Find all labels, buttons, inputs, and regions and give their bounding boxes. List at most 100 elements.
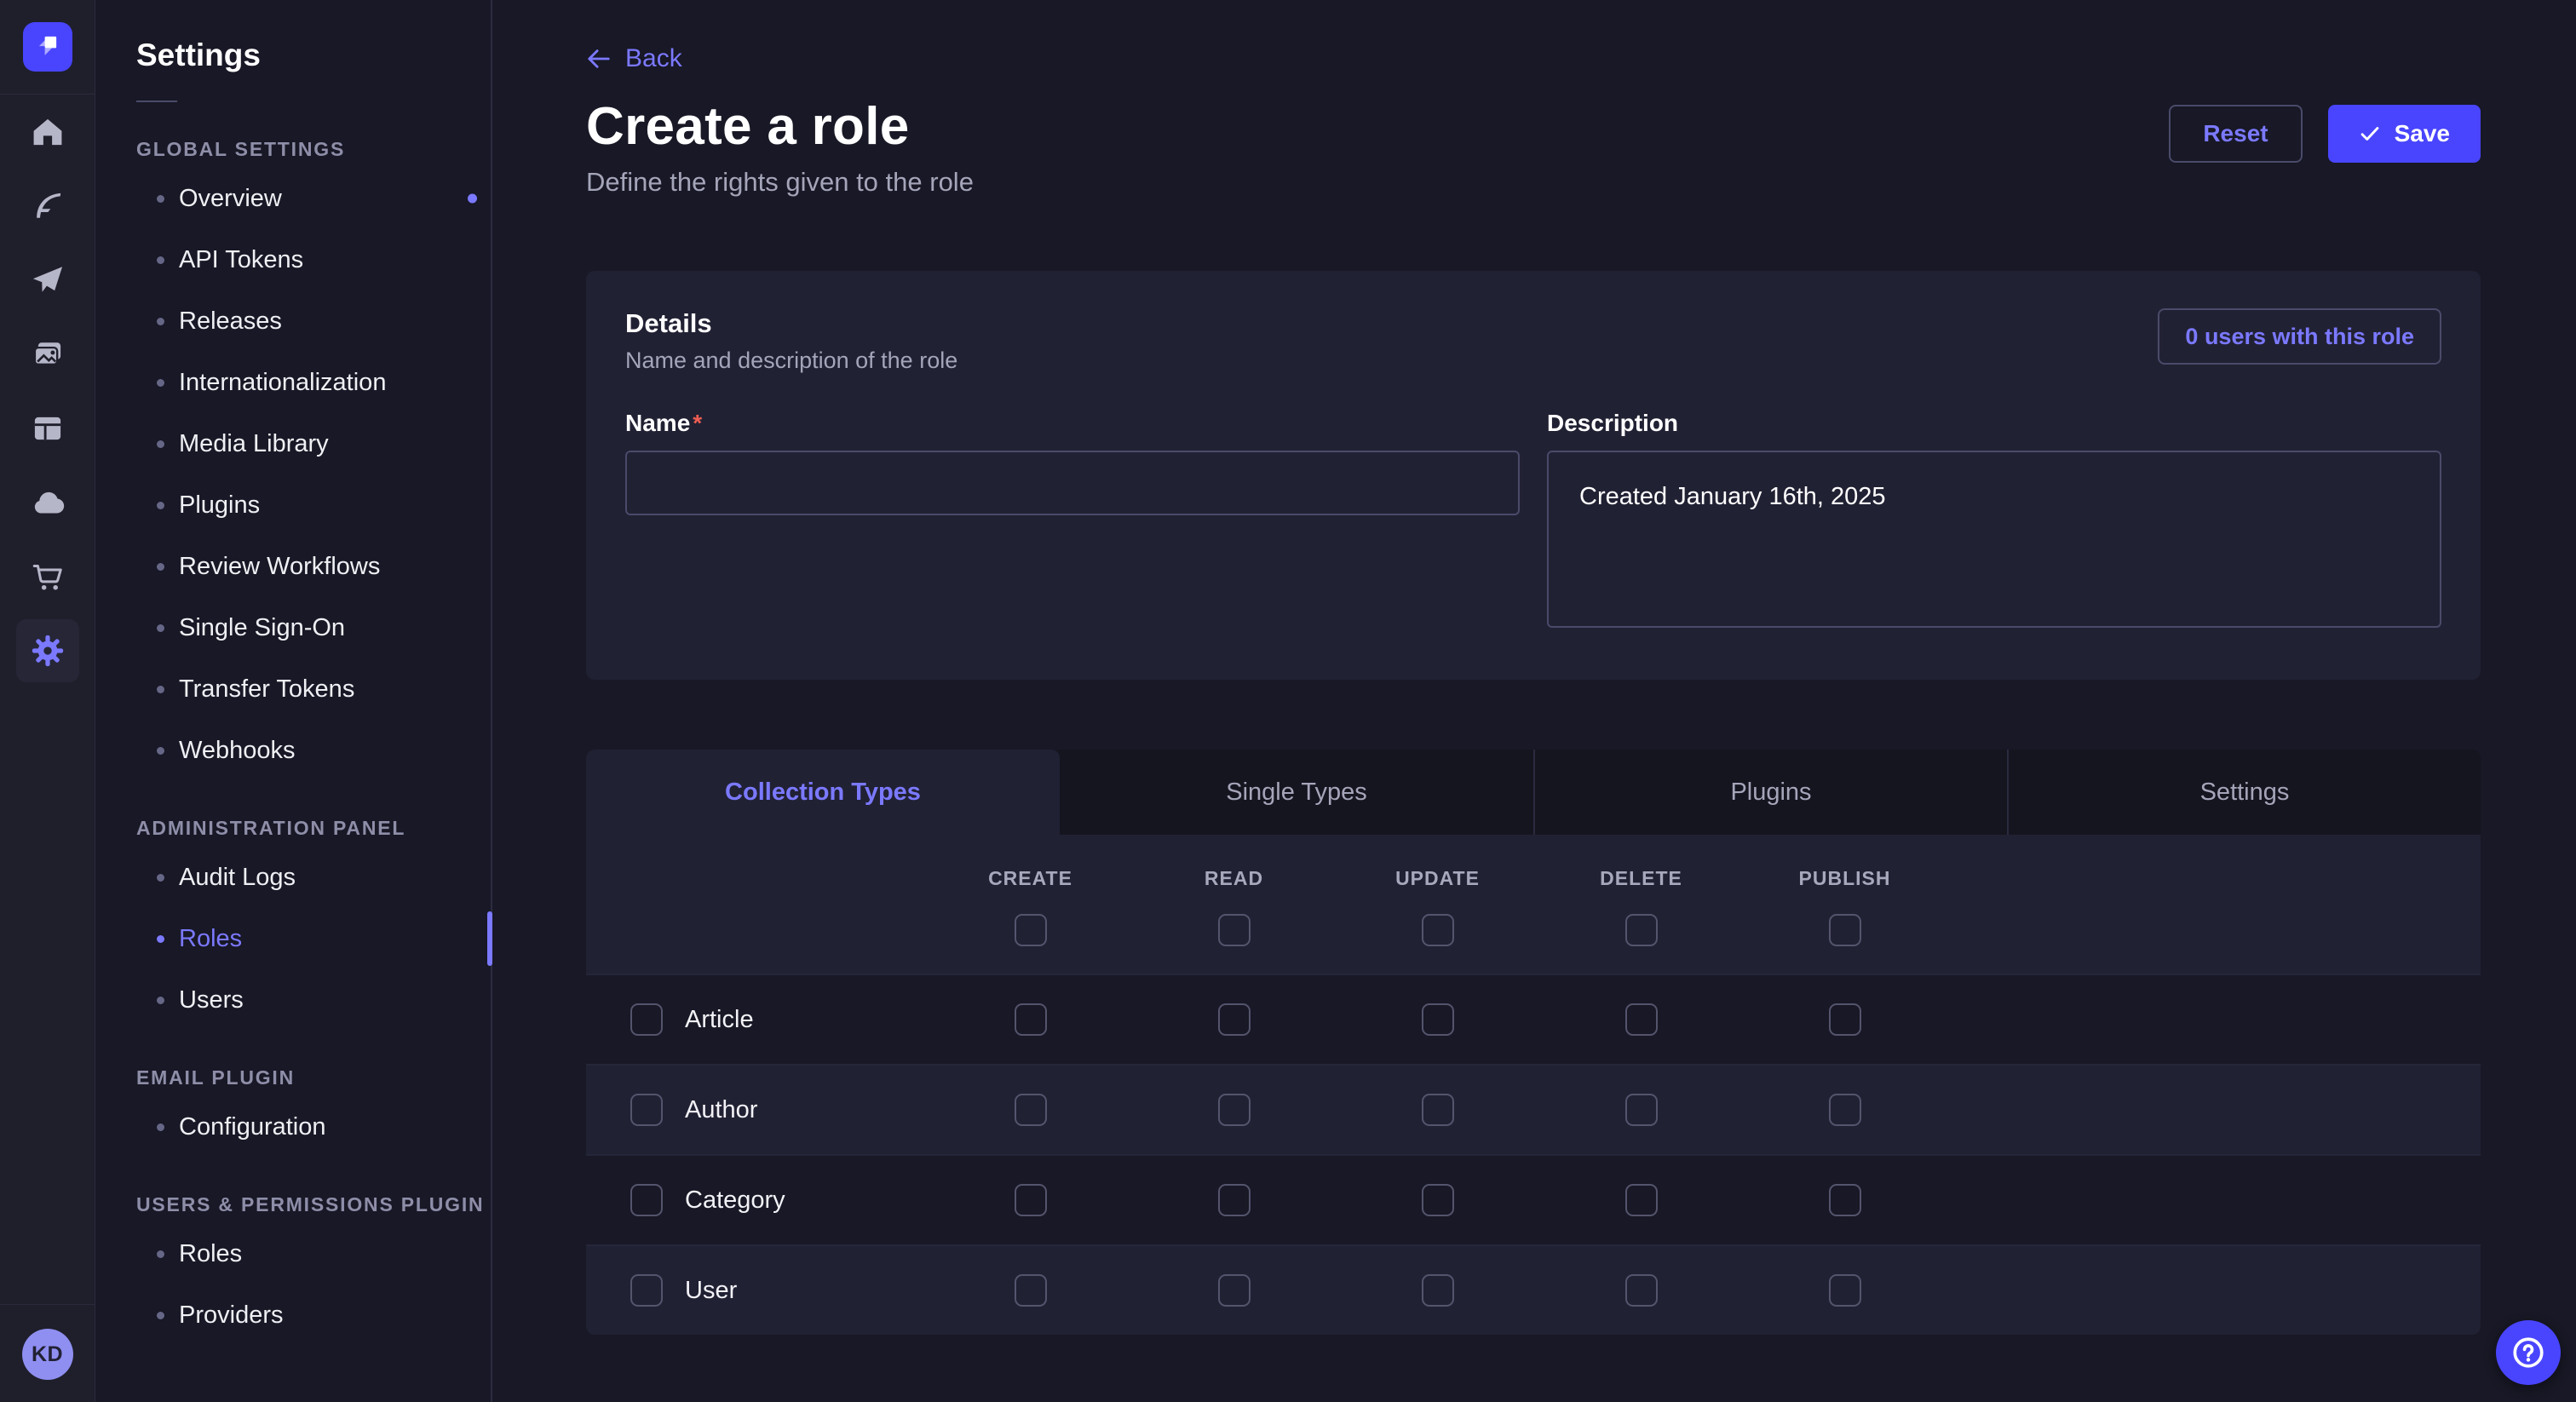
author-update-checkbox[interactable] [1422, 1094, 1454, 1126]
save-button[interactable]: Save [2328, 105, 2481, 163]
article-read-checkbox[interactable] [1218, 1003, 1251, 1036]
category-read-checkbox[interactable] [1218, 1184, 1251, 1216]
page-header: Create a role Define the rights given to… [586, 96, 2481, 198]
sidebar-item-single-sign-on[interactable]: Single Sign-On [95, 597, 491, 658]
check-icon [2359, 123, 2381, 145]
row-name-cell: Article [586, 1003, 929, 1036]
bullet-icon [157, 318, 164, 325]
sidebar-item-internationalization[interactable]: Internationalization [95, 352, 491, 413]
details-title: Details [625, 308, 957, 339]
subnav-title: Settings [136, 37, 491, 73]
user-read-checkbox[interactable] [1218, 1274, 1251, 1307]
author-publish-checkbox[interactable] [1829, 1094, 1861, 1126]
sidebar-item-providers[interactable]: Providers [95, 1284, 491, 1346]
row-name-label: Category [685, 1187, 785, 1215]
bullet-icon [157, 440, 164, 448]
category-create-checkbox[interactable] [1015, 1184, 1047, 1216]
help-button[interactable] [2496, 1320, 2561, 1385]
section-label-email-plugin: EMAIL PLUGIN [136, 1066, 491, 1089]
sidebar-item-roles[interactable]: Roles [95, 908, 491, 969]
tab-collection-types[interactable]: Collection Types [586, 750, 1060, 835]
user-avatar[interactable]: KD [22, 1329, 73, 1380]
rail-item-cloud[interactable] [0, 465, 95, 539]
sidebar-item-label: Transfer Tokens [179, 675, 354, 704]
sidebar-item-webhooks[interactable]: Webhooks [95, 720, 491, 781]
sidebar-item-label: API Tokens [179, 246, 303, 274]
subnav-section-global-settings: GLOBAL SETTINGSOverviewAPI TokensRelease… [95, 138, 491, 781]
article-delete-checkbox[interactable] [1625, 1003, 1658, 1036]
article-update-checkbox[interactable] [1422, 1003, 1454, 1036]
select-row-author-checkbox[interactable] [630, 1094, 663, 1126]
sidebar-item-overview[interactable]: Overview [95, 168, 491, 229]
sidebar-item-configuration[interactable]: Configuration [95, 1096, 491, 1158]
sidebar-item-label: Internationalization [179, 369, 386, 397]
column-header-publish: PUBLISH [1743, 867, 1946, 890]
rail-item-images[interactable] [0, 317, 95, 391]
row-name-cell: Author [586, 1094, 929, 1126]
select-all-read-checkbox[interactable] [1218, 914, 1251, 946]
section-items: RolesProviders [95, 1223, 491, 1346]
sidebar-item-roles[interactable]: Roles [95, 1223, 491, 1284]
category-delete-checkbox[interactable] [1625, 1184, 1658, 1216]
cart-icon [16, 545, 79, 608]
back-link[interactable]: Back [586, 44, 682, 73]
tab-single-types[interactable]: Single Types [1060, 750, 1533, 835]
user-delete-checkbox[interactable] [1625, 1274, 1658, 1307]
description-textarea[interactable]: Created January 16th, 2025 [1547, 451, 2441, 628]
row-name-label: Author [685, 1096, 757, 1124]
select-row-article-checkbox[interactable] [630, 1003, 663, 1036]
author-create-checkbox[interactable] [1015, 1094, 1047, 1126]
permission-cell-category-read [1132, 1184, 1336, 1216]
column-header-update: UPDATE [1336, 867, 1539, 890]
select-all-delete-checkbox[interactable] [1625, 914, 1658, 946]
author-read-checkbox[interactable] [1218, 1094, 1251, 1126]
users-with-role-button[interactable]: 0 users with this role [2158, 308, 2441, 365]
sidebar-item-label: Configuration [179, 1113, 326, 1141]
name-input[interactable] [625, 451, 1520, 515]
sidebar-item-label: Overview [179, 185, 282, 213]
sidebar-item-users[interactable]: Users [95, 969, 491, 1031]
sidebar-item-audit-logs[interactable]: Audit Logs [95, 847, 491, 908]
select-row-category-checkbox[interactable] [630, 1184, 663, 1216]
rail-item-cart[interactable] [0, 539, 95, 613]
rail-item-feather[interactable] [0, 169, 95, 243]
reset-button[interactable]: Reset [2169, 105, 2302, 163]
subnav-section-email-plugin: EMAIL PLUGIN Configuration [95, 1066, 491, 1158]
select-row-user-checkbox[interactable] [630, 1274, 663, 1307]
select-all-publish-checkbox[interactable] [1829, 914, 1861, 946]
user-create-checkbox[interactable] [1015, 1274, 1047, 1307]
sidebar-item-plugins[interactable]: Plugins [95, 474, 491, 536]
permission-cell-article-delete [1539, 1003, 1743, 1036]
article-publish-checkbox[interactable] [1829, 1003, 1861, 1036]
rail-item-home[interactable] [0, 95, 95, 169]
column-header-create: CREATE [929, 867, 1132, 890]
select-all-update-checkbox[interactable] [1422, 914, 1454, 946]
permission-cell-article-publish [1743, 1003, 1946, 1036]
user-update-checkbox[interactable] [1422, 1274, 1454, 1307]
rail-item-gear[interactable] [0, 613, 95, 687]
category-publish-checkbox[interactable] [1829, 1184, 1861, 1216]
bullet-icon [157, 379, 164, 387]
strapi-logo-button[interactable] [23, 22, 72, 72]
rail-item-layout[interactable] [0, 391, 95, 465]
select-all-create-checkbox[interactable] [1015, 914, 1047, 946]
permissions-master-checkboxes [586, 914, 2481, 946]
feather-icon [16, 175, 79, 238]
images-icon [16, 323, 79, 386]
tab-plugins[interactable]: Plugins [1533, 750, 2007, 835]
details-heading-block: Details Name and description of the role [625, 308, 957, 374]
sidebar-item-media-library[interactable]: Media Library [95, 413, 491, 474]
sidebar-item-label: Audit Logs [179, 864, 296, 892]
sidebar-item-label: Releases [179, 307, 282, 336]
sidebar-item-review-workflows[interactable]: Review Workflows [95, 536, 491, 597]
user-publish-checkbox[interactable] [1829, 1274, 1861, 1307]
category-update-checkbox[interactable] [1422, 1184, 1454, 1216]
sidebar-item-transfer-tokens[interactable]: Transfer Tokens [95, 658, 491, 720]
sidebar-item-releases[interactable]: Releases [95, 290, 491, 352]
sidebar-item-api-tokens[interactable]: API Tokens [95, 229, 491, 290]
author-delete-checkbox[interactable] [1625, 1094, 1658, 1126]
article-create-checkbox[interactable] [1015, 1003, 1047, 1036]
main-nav-rail: KD [0, 0, 95, 1402]
rail-item-paper-plane[interactable] [0, 243, 95, 317]
tab-settings[interactable]: Settings [2007, 750, 2481, 835]
